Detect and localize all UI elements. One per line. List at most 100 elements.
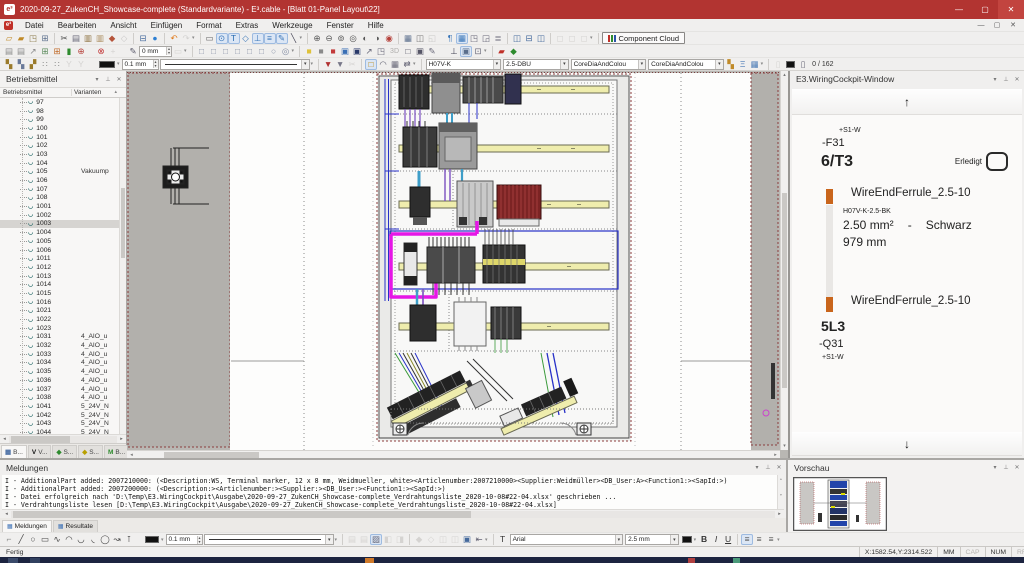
cut-wire-icon[interactable]: ✂ bbox=[346, 59, 358, 70]
scroll-down-icon[interactable]: ▾ bbox=[781, 442, 788, 450]
drawing-canvas[interactable]: ▴ ▾ ◂ ▸ bbox=[127, 71, 788, 458]
toolbar-overflow-icon[interactable]: ▾ bbox=[311, 61, 314, 67]
split-vertical-icon[interactable]: ◫ bbox=[535, 33, 547, 44]
line-color-swatch[interactable] bbox=[99, 61, 115, 68]
cube-solid-icon[interactable]: ▣ bbox=[414, 46, 426, 57]
toolbar-overflow-icon[interactable]: ▾ bbox=[484, 48, 487, 54]
zoom-page-icon[interactable]: ◎ bbox=[347, 33, 359, 44]
toolbar-overflow-icon[interactable]: ▾ bbox=[184, 48, 187, 54]
tree-item-103[interactable]: ◡103 bbox=[0, 150, 126, 159]
align-right-icon[interactable]: ≡ bbox=[765, 534, 777, 545]
pin-pair-2-icon[interactable]: ∷ bbox=[51, 59, 63, 70]
panel-menu-icon[interactable]: ▾ bbox=[991, 76, 999, 83]
toolbar-overflow-icon[interactable]: ▾ bbox=[761, 61, 764, 67]
font-size-dropdown[interactable]: 2.5 mm▾ bbox=[625, 534, 679, 545]
tree-item-1042[interactable]: ◡10425_24V_N bbox=[0, 411, 126, 420]
about-icon[interactable]: ● bbox=[149, 33, 161, 44]
assign-wire-icon[interactable]: ▚ bbox=[725, 59, 737, 70]
clipboard-icon[interactable]: ▯ bbox=[772, 59, 784, 70]
maximize-button[interactable]: ▢ bbox=[972, 0, 998, 19]
menu-fenster[interactable]: Fenster bbox=[320, 21, 361, 30]
select-area-icon[interactable]: ▭ bbox=[204, 33, 216, 44]
preview-thumbnail[interactable] bbox=[788, 475, 1024, 538]
canvas-hscroll-thumb[interactable] bbox=[164, 452, 259, 458]
component-cloud-button[interactable]: Component Cloud bbox=[602, 32, 685, 44]
pin-block-1-icon[interactable]: ▚ bbox=[3, 59, 15, 70]
zoom-previous-icon[interactable]: ◐ bbox=[359, 33, 371, 44]
rectangle-icon[interactable]: ▭ bbox=[39, 534, 51, 545]
zoom-selection-icon[interactable]: ◑ bbox=[371, 33, 383, 44]
dimension-tool-icon[interactable]: ⊥ bbox=[252, 33, 264, 44]
done-checkbox[interactable] bbox=[986, 152, 1008, 171]
panel-pin-icon[interactable]: ⊥ bbox=[764, 464, 772, 471]
window-blue-icon[interactable]: ▣ bbox=[339, 46, 351, 57]
mdi-minimize-button[interactable]: — bbox=[974, 20, 988, 31]
tab-resultate[interactable]: ▦Resultate bbox=[53, 520, 98, 532]
tree-item-99[interactable]: ◡99 bbox=[0, 115, 126, 124]
open-sheet-icon[interactable]: ◳ bbox=[27, 33, 39, 44]
scroll-up-icon[interactable]: ▴ bbox=[781, 71, 788, 79]
panel-layout-drawing[interactable] bbox=[127, 71, 779, 451]
sidebar-tab-1[interactable]: ▦B... bbox=[1, 445, 27, 458]
cloud-link-icon[interactable]: ◆ bbox=[508, 46, 520, 57]
group-icon[interactable]: ▤ bbox=[346, 534, 358, 545]
footprint-icon[interactable]: ⊥ bbox=[448, 46, 460, 57]
toolbar-overflow-icon[interactable]: ▾ bbox=[694, 537, 697, 543]
place-pin-gray-icon[interactable]: ▼ bbox=[334, 59, 346, 70]
swap-ends-icon[interactable]: ⇄ bbox=[401, 59, 413, 70]
cube-wire-icon[interactable]: □ bbox=[402, 46, 414, 57]
fill-red-icon[interactable]: ■ bbox=[327, 46, 339, 57]
toolbar-overflow-icon[interactable]: ▾ bbox=[192, 35, 195, 41]
tree-item-1036[interactable]: ◡10364_AIO_u bbox=[0, 376, 126, 385]
align-center-icon[interactable]: ≡ bbox=[753, 534, 765, 545]
flat-view-icon[interactable]: ▭ bbox=[172, 46, 184, 57]
panel-grid-icon[interactable]: ▣ bbox=[460, 46, 472, 57]
column-varianten[interactable]: Varianten ▴ bbox=[72, 89, 126, 96]
jump-back-icon[interactable]: ◲ bbox=[480, 33, 492, 44]
dimension-icon[interactable]: ⊺ bbox=[123, 534, 135, 545]
toolbar-overflow-icon[interactable]: ▾ bbox=[292, 48, 295, 54]
font-family-dropdown[interactable]: Arial▾ bbox=[510, 534, 624, 545]
to-back-icon[interactable]: ◨ bbox=[394, 534, 406, 545]
tree-item-102[interactable]: ◡102 bbox=[0, 141, 126, 150]
char-spacing-icon[interactable]: ⇤ bbox=[473, 534, 485, 545]
tree-item-1016[interactable]: ◡1016 bbox=[0, 298, 126, 307]
pin-block-3-icon[interactable]: ▞ bbox=[27, 59, 39, 70]
paste-icon[interactable]: ▥ bbox=[82, 33, 94, 44]
taskbar-item[interactable] bbox=[733, 558, 740, 563]
pen-offset-icon[interactable]: ✎ bbox=[127, 46, 139, 57]
tree-horizontal-scrollbar[interactable]: ◂ ▸ bbox=[0, 434, 126, 443]
paste-special-icon[interactable]: ▥ bbox=[94, 33, 106, 44]
new-sheet-icon[interactable]: ▱ bbox=[3, 33, 15, 44]
panel-close-icon[interactable]: ✕ bbox=[775, 464, 783, 471]
sidebar-tab-3[interactable]: ◆S... bbox=[52, 445, 77, 458]
zoom-window-icon[interactable]: ⊚ bbox=[335, 33, 347, 44]
scroll-left-icon[interactable]: ◂ bbox=[127, 452, 136, 458]
cancel-icon[interactable]: ⊗ bbox=[95, 46, 107, 57]
tree-vertical-scrollbar[interactable] bbox=[119, 98, 126, 434]
pick-frame-icon[interactable]: ◱ bbox=[426, 33, 438, 44]
wire-levels-icon[interactable]: Ξ bbox=[737, 59, 749, 70]
canvas-vscroll-thumb[interactable] bbox=[782, 193, 787, 388]
view-left-icon[interactable]: □ bbox=[220, 46, 232, 57]
menu-extras[interactable]: Extras bbox=[229, 21, 266, 30]
tree-item-1013[interactable]: ◡1013 bbox=[0, 272, 126, 281]
layer-list-icon[interactable]: ≡ bbox=[264, 33, 276, 44]
text-tool2-icon[interactable]: T bbox=[497, 534, 509, 545]
tree-item-97[interactable]: ◡97 bbox=[0, 98, 126, 107]
field-table-icon[interactable]: ⊞ bbox=[39, 46, 51, 57]
toolbar-overflow-icon[interactable]: ▾ bbox=[161, 537, 164, 543]
view-back-icon[interactable]: □ bbox=[208, 46, 220, 57]
tree-item-1044[interactable]: ◡10445_24V_N bbox=[0, 428, 126, 434]
blank-sheet-icon[interactable]: ▯ bbox=[797, 59, 809, 70]
scroll-left-icon[interactable]: ◂ bbox=[2, 511, 11, 517]
tree-item-1031[interactable]: ◡10314_AIO_u bbox=[0, 333, 126, 342]
to-front-icon[interactable]: ◧ bbox=[382, 534, 394, 545]
panel-pin-icon[interactable]: ⊥ bbox=[1002, 464, 1010, 471]
tree-item-1023[interactable]: ◡1023 bbox=[0, 324, 126, 333]
zoom-in-icon[interactable]: ⊕ bbox=[311, 33, 323, 44]
panel-close-icon[interactable]: ✕ bbox=[1013, 464, 1021, 471]
toolbar-overflow-icon[interactable]: ▾ bbox=[335, 537, 338, 543]
scroll-right-icon[interactable]: ▸ bbox=[117, 436, 126, 442]
origin-cross-icon[interactable]: ⊕ bbox=[75, 46, 87, 57]
